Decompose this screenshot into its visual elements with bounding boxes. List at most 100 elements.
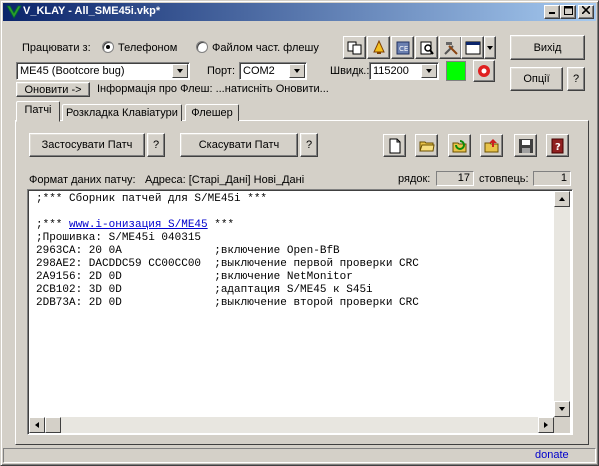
editor-line: 2963CA: 20 0A ;включение Open-BfB bbox=[36, 245, 340, 257]
copy-tool-button[interactable] bbox=[343, 36, 366, 59]
status-bar: donate bbox=[3, 448, 596, 463]
magnifier-icon bbox=[420, 41, 434, 55]
stop-button[interactable] bbox=[473, 60, 495, 82]
editor-line: 2CB102: 3D 0D ;адаптация S/ME45 к S45i bbox=[36, 284, 373, 296]
scroll-up-button[interactable] bbox=[554, 191, 570, 207]
help-book-icon: ? bbox=[551, 138, 563, 153]
chevron-down-icon bbox=[487, 45, 493, 50]
maximize-button[interactable] bbox=[560, 5, 576, 19]
apply-patch-button[interactable]: Застосувати Патч bbox=[29, 133, 145, 157]
update-button[interactable]: Оновити -> bbox=[16, 82, 90, 97]
tab-patches[interactable]: Патчі bbox=[16, 101, 60, 122]
tab-keyboard-layout[interactable]: Розкладка Клавіатури bbox=[62, 104, 182, 121]
new-file-button[interactable] bbox=[383, 134, 406, 157]
editor-line: ;*** www.i-онизация S/ME45 *** bbox=[36, 219, 546, 232]
chevron-down-icon bbox=[294, 69, 300, 73]
window-icon bbox=[465, 41, 480, 54]
maximize-icon bbox=[563, 6, 573, 15]
scroll-left-button[interactable] bbox=[29, 417, 45, 433]
scroll-down-button[interactable] bbox=[554, 401, 570, 417]
flash-file-option-label[interactable]: Файлом част. флешу bbox=[212, 42, 319, 54]
window-title: V_KLAY - All_SME45i.vkp* bbox=[23, 5, 161, 17]
speed-dropdown-button[interactable] bbox=[421, 64, 437, 78]
chip-tool-button[interactable]: CE bbox=[391, 36, 414, 59]
save-file-button[interactable] bbox=[514, 134, 537, 157]
close-button[interactable] bbox=[578, 5, 594, 19]
port-dropdown-button[interactable] bbox=[289, 64, 305, 78]
column-label: стовпець: bbox=[479, 173, 529, 185]
apply-patch-help-button[interactable]: ? bbox=[147, 133, 165, 157]
chevron-down-icon bbox=[426, 69, 432, 73]
phone-radio[interactable] bbox=[102, 41, 114, 53]
editor-line: 2DB73A: 2D 0D ;выключение второй проверк… bbox=[36, 297, 419, 309]
scrollbar-corner bbox=[554, 417, 570, 433]
app-logo-icon bbox=[6, 5, 22, 19]
model-value: ME45 (Bootcore bug) bbox=[20, 65, 125, 77]
site-link[interactable]: www.i-онизация S/ME45 bbox=[69, 219, 208, 231]
export-file-button[interactable] bbox=[480, 134, 503, 157]
refresh-folder-icon bbox=[452, 139, 466, 152]
tools-tool-button[interactable] bbox=[439, 36, 462, 59]
minimize-button[interactable] bbox=[544, 5, 560, 19]
arrow-up-icon bbox=[559, 197, 565, 201]
open-file-button[interactable] bbox=[415, 134, 438, 157]
minimize-icon bbox=[549, 12, 555, 14]
wrench-hammer-icon bbox=[443, 41, 458, 55]
flash-file-radio[interactable] bbox=[196, 41, 208, 53]
export-folder-icon bbox=[484, 138, 498, 152]
format-label: Формат даних патчу: bbox=[29, 174, 136, 186]
port-value: COM2 bbox=[243, 65, 275, 77]
copy-icon bbox=[347, 41, 361, 54]
link-suffix: *** bbox=[207, 219, 235, 231]
row-value: 17 bbox=[436, 171, 474, 186]
phone-option-label[interactable]: Телефоном bbox=[118, 42, 177, 54]
search-tool-button[interactable] bbox=[415, 36, 438, 59]
warning-tool-button[interactable] bbox=[367, 36, 390, 59]
floppy-save-icon bbox=[518, 138, 533, 153]
speed-label: Швидк.: bbox=[330, 65, 370, 77]
vertical-scrollbar[interactable] bbox=[554, 191, 570, 417]
editor-line: ;Прошивка: S/ME45i 040315 bbox=[36, 232, 202, 244]
horizontal-scrollbar[interactable] bbox=[29, 417, 554, 433]
editor-content[interactable]: ;*** Сборник патчей для S/ME45i *** ;***… bbox=[36, 193, 546, 310]
link-prefix: ;*** bbox=[36, 219, 70, 231]
editor-line: ;*** Сборник патчей для S/ME45i *** bbox=[36, 193, 268, 205]
chip-icon: CE bbox=[396, 41, 409, 54]
bell-icon bbox=[372, 39, 385, 54]
title-bar[interactable]: V_KLAY - All_SME45i.vkp* bbox=[3, 3, 596, 21]
column-value: 1 bbox=[533, 171, 571, 186]
open-folder-icon bbox=[418, 141, 435, 151]
reload-file-button[interactable] bbox=[448, 134, 471, 157]
patch-editor[interactable]: ;*** Сборник патчей для S/ME45i *** ;***… bbox=[27, 189, 573, 435]
horizontal-scroll-thumb[interactable] bbox=[45, 417, 61, 433]
connection-status-indicator bbox=[446, 61, 466, 81]
svg-text:?: ? bbox=[555, 142, 561, 153]
speed-select[interactable]: 115200 bbox=[369, 62, 439, 80]
tab-flasher[interactable]: Флешер bbox=[185, 104, 239, 121]
port-select[interactable]: COM2 bbox=[239, 62, 307, 80]
scroll-right-button[interactable] bbox=[538, 417, 554, 433]
exit-button[interactable]: Вихід bbox=[510, 35, 585, 60]
gear-stop-icon bbox=[478, 65, 490, 77]
speed-value: 115200 bbox=[373, 65, 409, 77]
work-with-label: Працювати з: bbox=[22, 42, 91, 54]
status-panel bbox=[3, 448, 596, 463]
close-icon bbox=[581, 5, 591, 15]
chevron-down-icon bbox=[177, 69, 183, 73]
port-label: Порт: bbox=[207, 65, 235, 77]
help-book-button[interactable]: ? bbox=[546, 134, 569, 157]
model-dropdown-button[interactable] bbox=[172, 64, 188, 78]
options-help-button[interactable]: ? bbox=[567, 67, 585, 91]
cancel-patch-help-button[interactable]: ? bbox=[300, 133, 318, 157]
editor-line: 2A9156: 2D 0D ;включение NetMonitor bbox=[36, 271, 353, 283]
window-tool-button[interactable] bbox=[461, 36, 484, 59]
options-button[interactable]: Опції bbox=[510, 67, 563, 91]
arrow-down-icon bbox=[559, 407, 565, 411]
tools-dropdown-button[interactable] bbox=[484, 36, 496, 59]
model-select[interactable]: ME45 (Bootcore bug) bbox=[16, 62, 190, 80]
arrow-left-icon bbox=[35, 422, 39, 428]
row-label: рядок: bbox=[398, 173, 431, 185]
donate-link[interactable]: donate bbox=[535, 449, 569, 461]
cancel-patch-button[interactable]: Скасувати Патч bbox=[180, 133, 298, 157]
